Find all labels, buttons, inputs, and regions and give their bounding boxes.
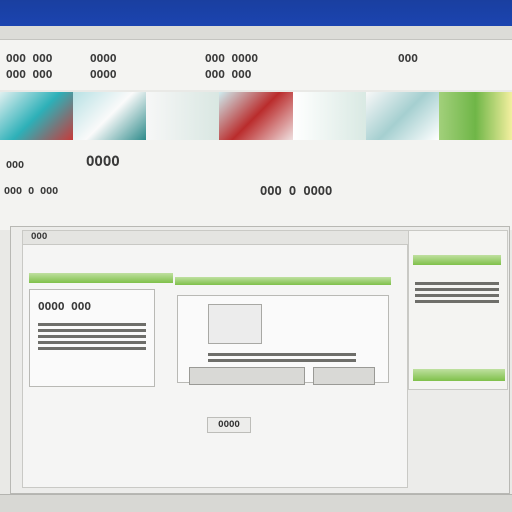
- header-row2-right: OOO OOO: [205, 68, 252, 81]
- header-row1-far: OOO: [398, 52, 418, 65]
- right-green-bar: [175, 277, 391, 285]
- mid-text-4: OOO O OOOO: [260, 184, 333, 198]
- info-band: OOO OOOO OOO O OOO OOO O OOOO: [0, 140, 512, 230]
- bottom-bar: [0, 494, 512, 512]
- mid-text-3: OOO O OOO: [4, 186, 59, 197]
- center-lines: [208, 350, 356, 365]
- center-button[interactable]: OOOO: [207, 417, 251, 433]
- right-panel-lines: [415, 279, 499, 306]
- main-panel: OOO OOOO OOO OOOO: [22, 230, 409, 488]
- mid-text-1: OOO: [6, 160, 25, 171]
- main-titlebar: OOO: [23, 231, 409, 245]
- toolbar: [0, 26, 512, 40]
- main-title: OOO: [31, 232, 48, 242]
- header-row1-right: OOO OOOO: [205, 52, 258, 65]
- left-panel: OOOO OOO: [29, 289, 155, 387]
- right-panel-green: [413, 255, 501, 265]
- center-right-button[interactable]: [313, 367, 375, 385]
- image-banner: [0, 92, 512, 140]
- mid-text-2: OOOO: [86, 154, 120, 170]
- center-icon: [208, 304, 262, 344]
- right-panel-green-bottom: [413, 369, 505, 381]
- header-row2-left: OOO OOO: [6, 68, 53, 81]
- header-row1-mid: OOOO: [90, 52, 117, 65]
- left-panel-text: OOOO OOO: [38, 300, 91, 313]
- right-panel: [408, 230, 508, 390]
- header-row2-mid: OOOO: [90, 68, 117, 81]
- left-panel-lines: [38, 320, 146, 353]
- left-green-bar: [29, 273, 173, 283]
- page-header: OOO OOO OOOO OOO OOOO OOO OOO OOO OOOO O…: [0, 40, 512, 90]
- header-row1-left: OOO OOO: [6, 52, 53, 65]
- center-left-button[interactable]: [189, 367, 305, 385]
- window-titlebar: [0, 0, 512, 26]
